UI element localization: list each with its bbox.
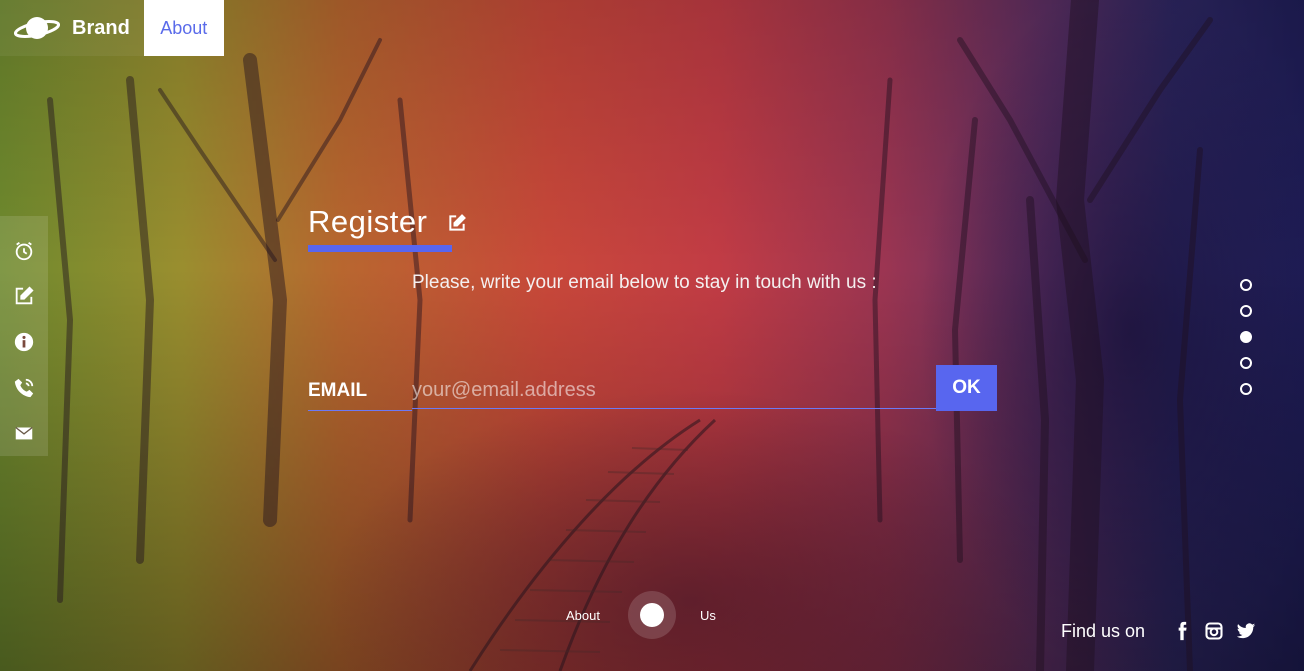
side-nav [0, 216, 48, 456]
side-nav-info[interactable] [0, 319, 48, 365]
nav-about-link[interactable]: About [143, 0, 224, 56]
find-us-label: Find us on [1061, 620, 1146, 641]
pager-dot-4[interactable] [1240, 357, 1252, 369]
register-subtitle: Please, write your email below to stay i… [412, 272, 877, 293]
register-underline [308, 245, 452, 252]
side-nav-edit[interactable] [0, 274, 48, 320]
ok-button[interactable]: OK [936, 365, 997, 411]
pager-dot-1[interactable] [1240, 279, 1252, 291]
instagram-icon[interactable] [1203, 620, 1225, 642]
twitter-icon[interactable] [1235, 620, 1257, 642]
envelope-icon [15, 427, 33, 440]
side-nav-mail[interactable] [0, 410, 48, 456]
info-icon [14, 332, 34, 352]
social-links: Find us on [1061, 620, 1257, 642]
planet-icon [14, 17, 60, 39]
brand-label: Brand [72, 16, 130, 39]
top-navbar: Brand About [0, 0, 224, 56]
email-form: EMAIL OK [308, 365, 997, 411]
edit-icon [15, 286, 34, 305]
email-underline [308, 410, 412, 411]
alarm-clock-icon [15, 241, 33, 260]
toggle-knob [640, 603, 664, 627]
pager-dot-3-active[interactable] [1240, 331, 1252, 343]
edit-icon [449, 214, 467, 231]
email-label: EMAIL [308, 380, 368, 401]
facebook-icon[interactable] [1171, 620, 1193, 642]
about-us-toggle: About Us [566, 591, 736, 641]
register-heading: Register [308, 204, 467, 240]
section-pager [1240, 279, 1252, 409]
pager-dot-2[interactable] [1240, 305, 1252, 317]
toggle-us-label: Us [700, 608, 716, 623]
register-title: Register [308, 204, 428, 239]
background-forest-image [47, 0, 1213, 671]
side-nav-alarm[interactable] [0, 228, 48, 274]
email-input[interactable] [412, 373, 936, 409]
brand-link[interactable]: Brand [0, 0, 144, 56]
toggle-switch[interactable] [628, 591, 676, 639]
pager-dot-5[interactable] [1240, 383, 1252, 395]
phone-icon [14, 378, 34, 397]
toggle-about-label: About [566, 608, 600, 623]
side-nav-phone[interactable] [0, 365, 48, 411]
